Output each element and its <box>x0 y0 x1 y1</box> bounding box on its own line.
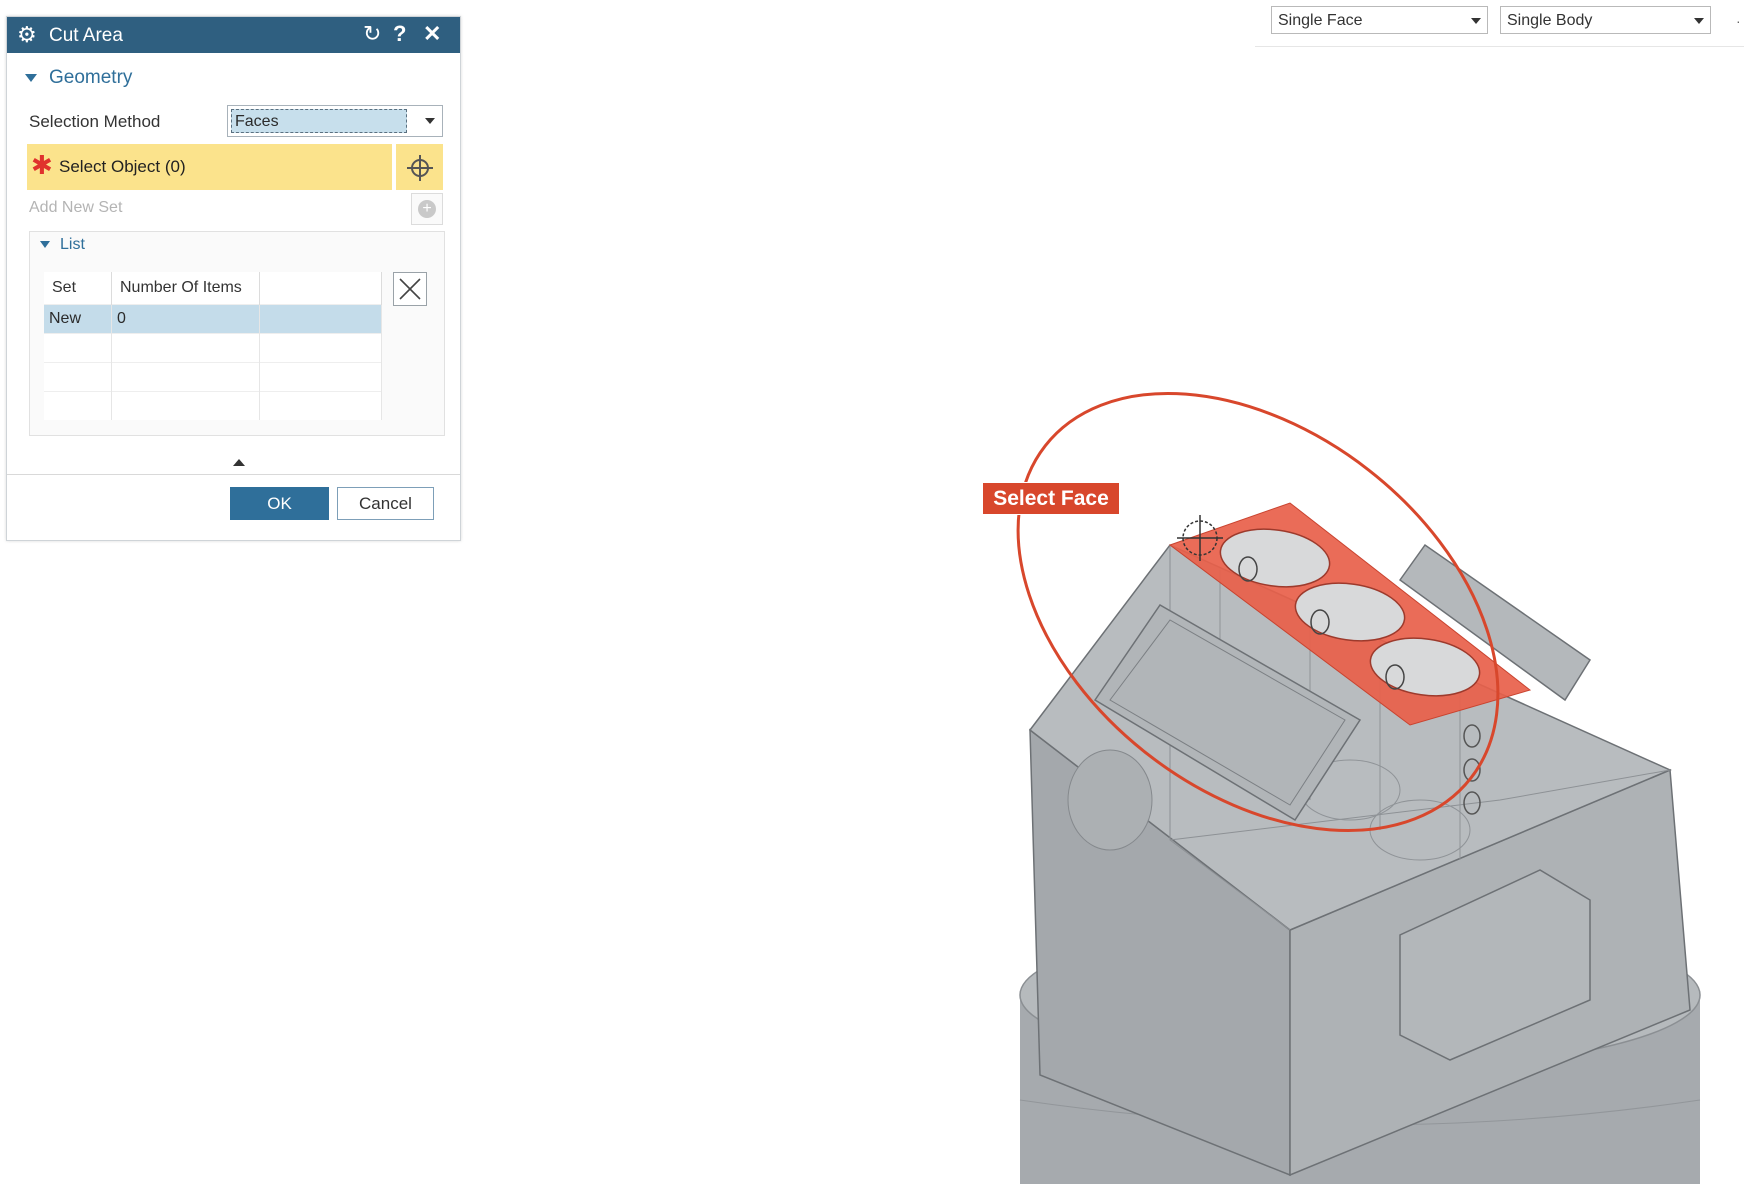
ok-button[interactable]: OK <box>230 487 329 520</box>
select-object-label: Select Object (0) <box>59 157 186 176</box>
body-filter-value: Single Body <box>1507 12 1593 29</box>
select-object-row[interactable]: ✱ Select Object (0) <box>27 144 392 190</box>
geometry-section-header[interactable]: Geometry <box>25 67 132 89</box>
remove-set-button[interactable] <box>393 272 427 306</box>
side-boss <box>1067 749 1153 851</box>
selection-method-dropdown[interactable]: Faces <box>227 105 443 137</box>
help-icon[interactable]: ? <box>393 22 406 46</box>
column-header-empty <box>259 272 382 305</box>
column-header-number-of-items[interactable]: Number Of Items <box>111 272 260 305</box>
collapse-icon <box>40 241 50 249</box>
table-row <box>44 333 382 363</box>
more-options-icon[interactable]: · <box>1736 13 1741 29</box>
table-row <box>44 362 382 392</box>
chevron-down-icon <box>1694 18 1704 24</box>
reset-icon[interactable]: ↻ <box>363 22 381 46</box>
chevron-down-icon <box>425 118 435 124</box>
dialog-title: Cut Area <box>49 25 123 46</box>
cancel-button[interactable]: Cancel <box>337 487 434 520</box>
list-group: List Set Number Of Items New 0 <box>29 231 445 436</box>
list-section-header[interactable]: List <box>40 236 85 254</box>
collapse-icon <box>25 73 37 82</box>
table-cell: 0 <box>111 304 260 334</box>
table-row <box>44 391 382 420</box>
clear-list-icon <box>399 278 421 300</box>
gear-icon[interactable]: ⚙ <box>17 24 37 46</box>
body-filter-dropdown[interactable]: Single Body <box>1500 6 1711 34</box>
close-icon[interactable]: ✕ <box>423 22 441 46</box>
add-new-set-button[interactable]: + <box>411 193 443 225</box>
face-filter-dropdown[interactable]: Single Face <box>1271 6 1488 34</box>
selection-tooltip: Select Face <box>982 482 1120 515</box>
dialog-titlebar: ⚙ Cut Area ↻ ? ✕ <box>7 17 460 53</box>
cut-area-dialog: ⚙ Cut Area ↻ ? ✕ Geometry Selection Meth… <box>6 16 461 541</box>
table-cell: New <box>44 304 112 334</box>
crosshair-icon <box>407 155 433 181</box>
section-title: Geometry <box>49 67 133 88</box>
chevron-down-icon <box>1471 18 1481 24</box>
chevron-up-icon[interactable] <box>233 459 245 466</box>
required-asterisk-icon: ✱ <box>31 150 53 180</box>
divider <box>7 474 460 475</box>
add-icon: + <box>418 200 436 218</box>
selection-method-value: Faces <box>231 109 407 133</box>
table-row[interactable]: New 0 <box>44 304 382 334</box>
sets-table: Set Number Of Items New 0 <box>44 272 382 420</box>
column-header-set[interactable]: Set <box>44 272 112 305</box>
add-new-set-label: Add New Set <box>29 199 123 216</box>
selection-filter-bar: Single Face Single Body · <box>1255 0 1744 47</box>
point-dialog-button[interactable] <box>396 144 443 190</box>
face-filter-value: Single Face <box>1278 12 1363 29</box>
table-cell <box>259 304 382 334</box>
list-title: List <box>60 236 85 253</box>
table-header-row: Set Number Of Items <box>44 272 382 305</box>
selection-method-label: Selection Method <box>29 112 161 131</box>
